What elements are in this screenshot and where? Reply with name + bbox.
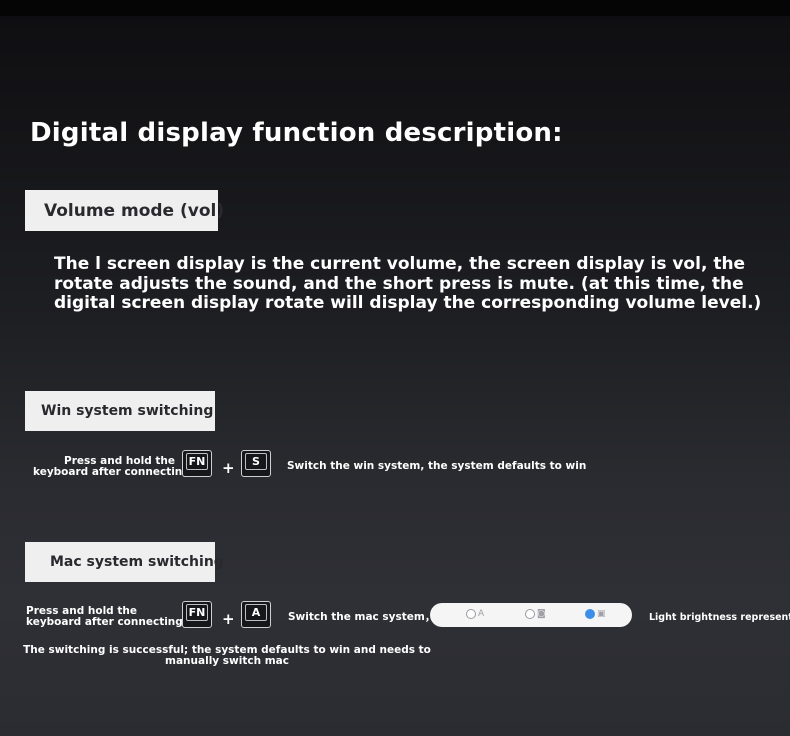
mode-dot bbox=[525, 609, 535, 619]
mac-press-instruction: Press and hold the keyboard after connec… bbox=[26, 606, 183, 628]
plus-sign: + bbox=[222, 610, 235, 628]
win-switching-tag: Win system switching bbox=[25, 391, 215, 431]
camera-icon: ◙ bbox=[537, 609, 546, 619]
fn-key-icon: FN bbox=[182, 450, 212, 477]
mode-option-screen: ▣ bbox=[585, 609, 606, 619]
mac-press-line2: keyboard after connecting bbox=[26, 616, 183, 628]
top-band bbox=[0, 0, 790, 16]
volume-mode-tag-label: Volume mode (vol) bbox=[44, 200, 225, 221]
a-key-label: A bbox=[245, 604, 267, 621]
win-press-line2: keyboard after connecting bbox=[33, 466, 190, 478]
a-key-icon: A bbox=[241, 601, 271, 628]
mode-dot-selected bbox=[585, 609, 595, 619]
switch-success-note: The switching is successful; the system … bbox=[23, 644, 431, 667]
fn-key-icon: FN bbox=[182, 601, 212, 628]
fn-key-label: FN bbox=[186, 453, 208, 470]
mac-switching-tag-label: Mac system switching bbox=[50, 554, 224, 570]
mode-indicator-bar: A ◙ ▣ bbox=[430, 603, 632, 627]
mac-switching-tag: Mac system switching bbox=[25, 542, 224, 582]
page-title: Digital display function description: bbox=[30, 118, 563, 148]
volume-description: The l screen display is the current volu… bbox=[54, 254, 762, 313]
fn-key-label: FN bbox=[186, 604, 208, 621]
letter-a-icon: A bbox=[478, 609, 485, 619]
mode-dot bbox=[466, 609, 476, 619]
mode-option-camera: ◙ bbox=[525, 609, 546, 619]
plus-sign: + bbox=[222, 459, 235, 477]
light-brightness-note: Light brightness represents bbox=[649, 612, 790, 623]
s-key-icon: S bbox=[241, 450, 271, 477]
win-switch-note: Switch the win system, the system defaul… bbox=[287, 460, 587, 472]
screen-icon: ▣ bbox=[597, 609, 606, 619]
s-key-label: S bbox=[245, 453, 267, 470]
mac-switch-note: Switch the mac system， bbox=[288, 611, 436, 623]
volume-mode-tag: Volume mode (vol) bbox=[25, 190, 224, 231]
win-press-instruction: Press and hold the keyboard after connec… bbox=[33, 456, 190, 478]
mode-option-a: A bbox=[466, 609, 484, 619]
win-switching-tag-label: Win system switching bbox=[41, 403, 214, 419]
